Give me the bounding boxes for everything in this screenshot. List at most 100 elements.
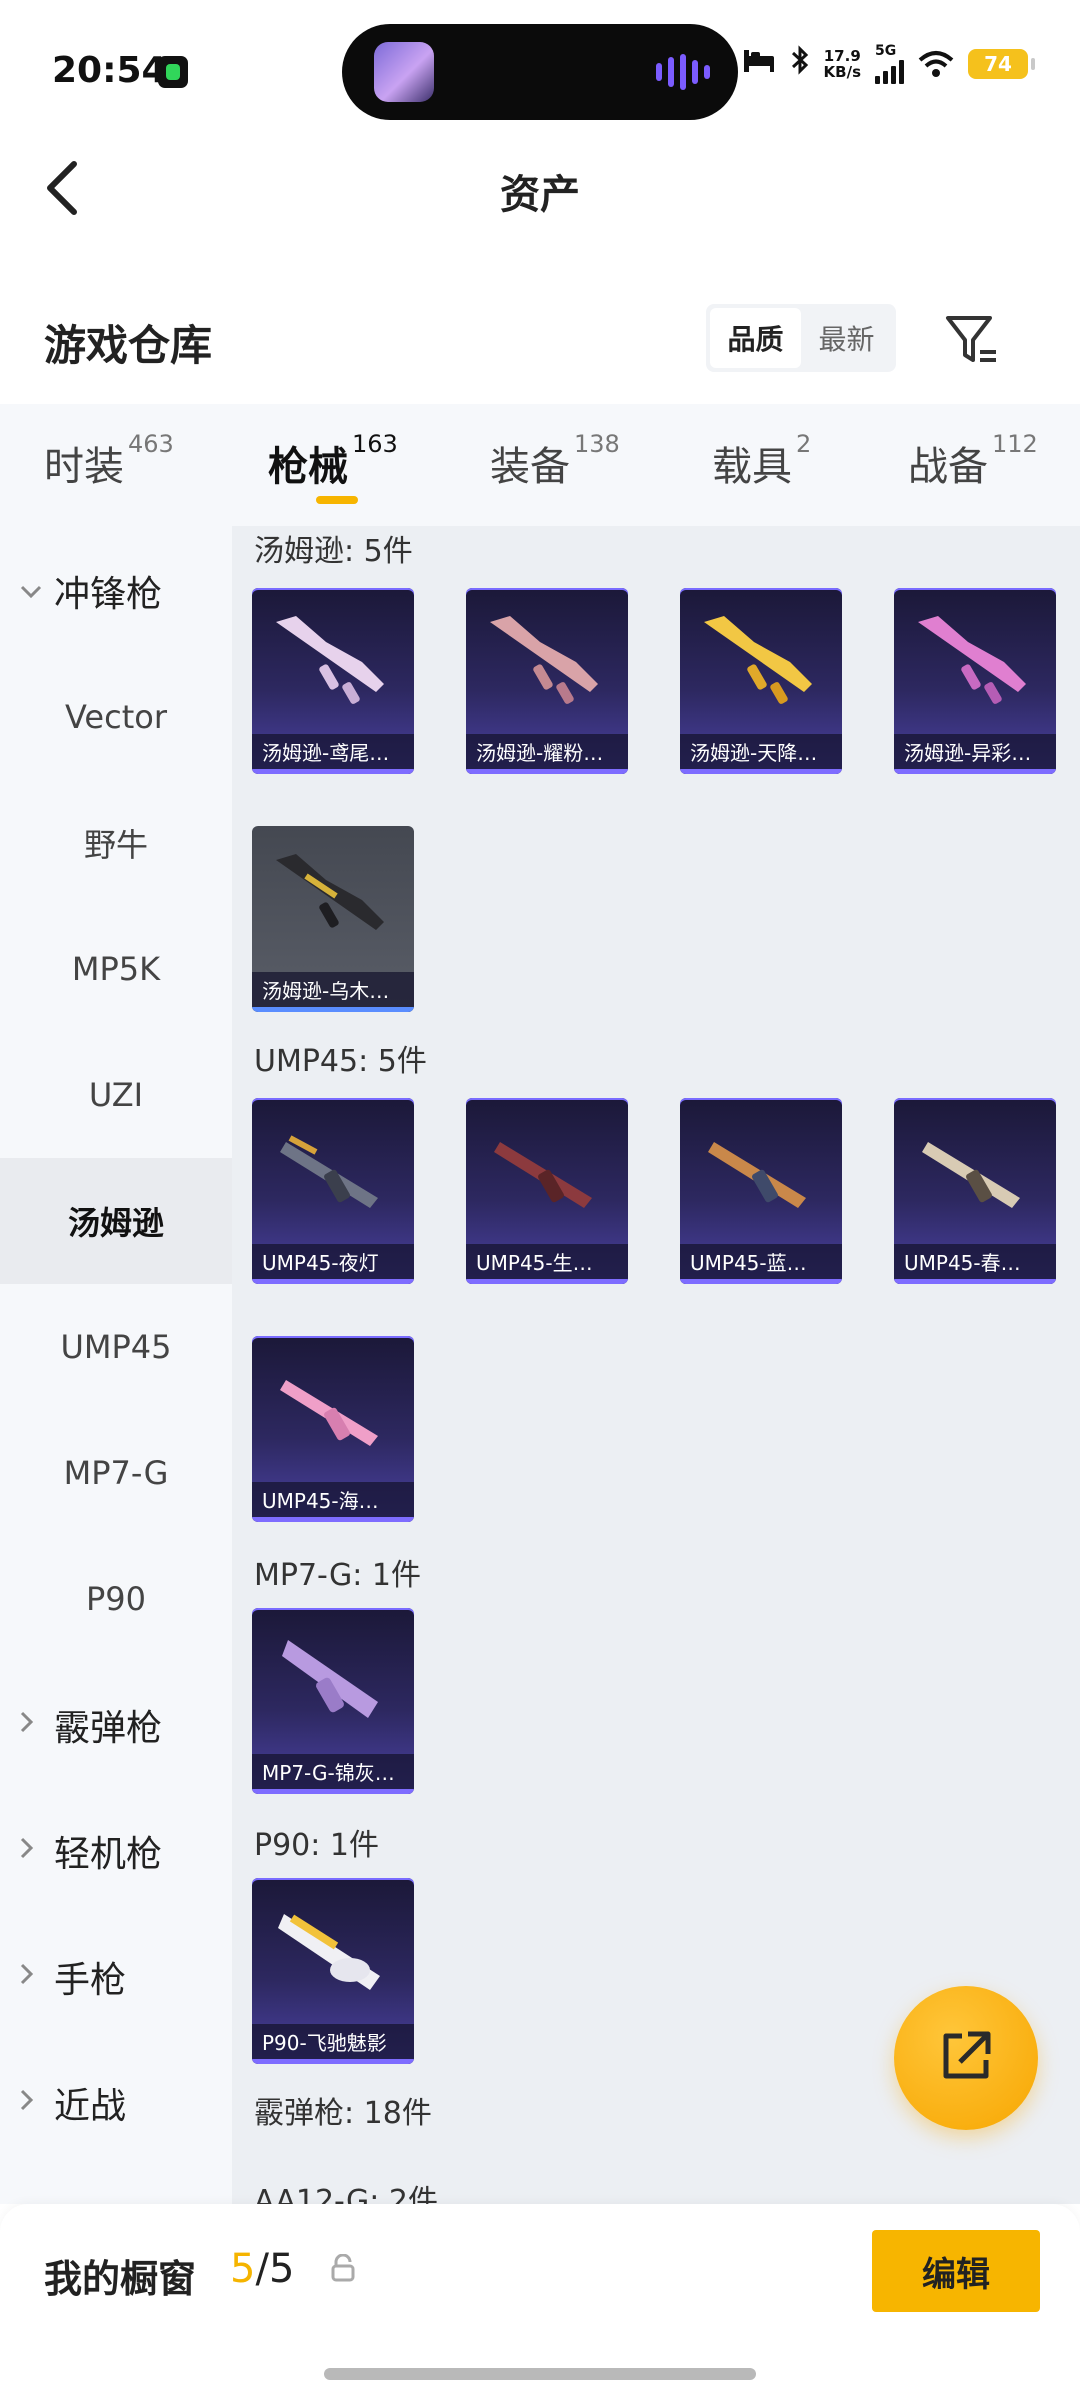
sidebar-group-pistol[interactable]: 手枪 [0,1914,232,2040]
smg-night-icon [280,1135,378,1208]
showcase-bar: 我的橱窗 5/5 编辑 [0,2204,1080,2400]
tab-equipment[interactable]: 装备 138 [490,430,620,492]
sidebar-item-ump45[interactable]: UMP45 [0,1284,232,1410]
rarity-bar [252,769,414,774]
rarity-bar [252,1007,414,1012]
rifle-magenta-icon [918,616,1026,704]
tab-firearms[interactable]: 枪械 163 [268,430,398,492]
warehouse-title: 游戏仓库 [44,321,213,370]
status-bar: 20:54 17.9 KB/s 5G 74 [0,0,1080,140]
tab-label: 枪械 [268,444,348,490]
skin-card-name: 汤姆逊-耀粉… [466,734,628,774]
sidebar-item-mp5k[interactable]: MP5K [0,906,232,1032]
edit-button[interactable]: 编辑 [872,2230,1040,2312]
weapon-sidebar: 冲锋枪 Vector 野牛 MP5K UZI 汤姆逊 UMP45 MP7-G P… [0,526,232,2204]
skin-card[interactable]: UMP45-生… [466,1098,628,1284]
skin-card[interactable]: 汤姆逊-异彩… [894,588,1056,774]
sidebar-group-melee[interactable]: 近战 [0,2040,232,2166]
skin-card[interactable]: UMP45-蓝… [680,1098,842,1284]
tab-label: 装备 [490,444,570,490]
network-speed-value: 17.9 [823,47,861,65]
chevron-right-icon [20,1836,54,1866]
rifle-gold-icon [704,616,812,704]
sidebar-group-label: 冲锋枪 [54,574,163,615]
rifle-rose-icon [490,616,598,704]
skin-card-name: MP7-G-锦灰… [252,1754,414,1794]
bluetooth-icon [790,45,810,83]
tab-count: 163 [352,430,398,458]
skin-card[interactable]: UMP45-春… [894,1098,1056,1284]
sidebar-item-vector[interactable]: Vector [0,654,232,780]
wifi-icon [918,50,954,78]
skin-card-name: UMP45-蓝… [680,1244,842,1284]
filter-button[interactable] [940,308,1004,372]
tab-count: 463 [128,430,174,458]
showcase-label: 我的橱窗 [44,2257,197,2301]
tab-tactical[interactable]: 战备 112 [908,430,1038,492]
showcase-separator: / [255,2246,269,2292]
sort-toggle: 品质 最新 [706,304,896,372]
dynamic-island[interactable] [342,24,738,120]
sidebar-group-shotgun[interactable]: 霰弹枪 [0,1662,232,1788]
chevron-right-icon [20,2088,54,2118]
tab-fashion[interactable]: 时装 463 [44,430,174,492]
sort-quality-button[interactable]: 品质 [710,308,801,368]
island-avatar-icon [374,42,434,102]
share-fab-button[interactable] [894,1986,1038,2130]
skin-card-name: UMP45-海… [252,1482,414,1522]
share-external-icon [936,2026,996,2090]
sidebar-group-lmg[interactable]: 轻机枪 [0,1788,232,1914]
skin-card-name: UMP45-夜灯 [252,1244,414,1284]
rarity-bar [252,1279,414,1284]
sidebar-group-smg[interactable]: 冲锋枪 [0,528,232,654]
section-label-ump45: UMP45: 5件 [254,1044,427,1079]
rifle-ebony-icon [276,854,384,930]
sidebar-group-label: 近战 [54,2086,127,2127]
status-time: 20:54 [52,50,167,91]
filter-icon [940,316,1004,376]
network-type-label: 5G [875,43,897,59]
skin-card[interactable]: 汤姆逊-天降… [680,588,842,774]
sidebar-item-thompson[interactable]: 汤姆逊 [0,1158,232,1284]
sidebar-item-mp7g[interactable]: MP7-G [0,1410,232,1536]
weapon-content: 汤姆逊: 5件 汤姆逊-鸢尾… 汤姆逊-耀粉… 汤姆逊-天降… 汤姆逊-异彩… … [232,526,1080,2204]
skin-card[interactable]: 汤姆逊-鸢尾… [252,588,414,774]
category-tabs: 时装 463 枪械 163 装备 138 载具 2 战备 112 [0,404,1080,526]
skin-card-name: 汤姆逊-天降… [680,734,842,774]
rarity-bar [894,769,1056,774]
smg-spring-icon [922,1142,1020,1208]
lock-icon [330,2253,356,2282]
showcase-total: 5 [268,2246,295,2292]
showcase-count: 5/5 [230,2246,294,2292]
tab-label: 时装 [44,444,124,490]
rarity-bar [466,769,628,774]
tab-label: 载具 [712,444,792,490]
tab-count: 138 [574,430,620,458]
network-speed-unit: KB/s [823,63,861,81]
tab-count: 2 [796,430,812,458]
sidebar-item-p90[interactable]: P90 [0,1536,232,1662]
tab-count: 112 [992,430,1038,458]
rarity-bar [680,769,842,774]
sort-newest-button[interactable]: 最新 [801,308,892,368]
sidebar-item-bizon[interactable]: 野牛 [0,780,232,906]
sidebar-item-uzi[interactable]: UZI [0,1032,232,1158]
skin-card-name: UMP45-生… [466,1244,628,1284]
chevron-right-icon [20,1962,54,1992]
skin-card[interactable]: 汤姆逊-耀粉… [466,588,628,774]
home-indicator[interactable] [324,2368,756,2380]
skin-card-name: 汤姆逊-鸢尾… [252,734,414,774]
skin-card[interactable]: P90-飞驰魅影 [252,1878,414,2064]
tab-vehicles[interactable]: 载具 2 [712,430,811,492]
cellular-signal: 5G [875,44,904,84]
skin-card[interactable]: UMP45-夜灯 [252,1098,414,1284]
skin-card[interactable]: MP7-G-锦灰… [252,1608,414,1794]
skin-card[interactable]: UMP45-海… [252,1336,414,1522]
skin-card[interactable]: 汤姆逊-乌木… [252,826,414,1012]
smg-pink-icon [280,1380,378,1446]
section-label-mp7g: MP7-G: 1件 [254,1558,421,1593]
rifle-pink-icon [276,616,384,704]
skin-card-name: UMP45-春… [894,1244,1056,1284]
bed-icon [742,47,776,82]
section-label-p90: P90: 1件 [254,1828,379,1863]
